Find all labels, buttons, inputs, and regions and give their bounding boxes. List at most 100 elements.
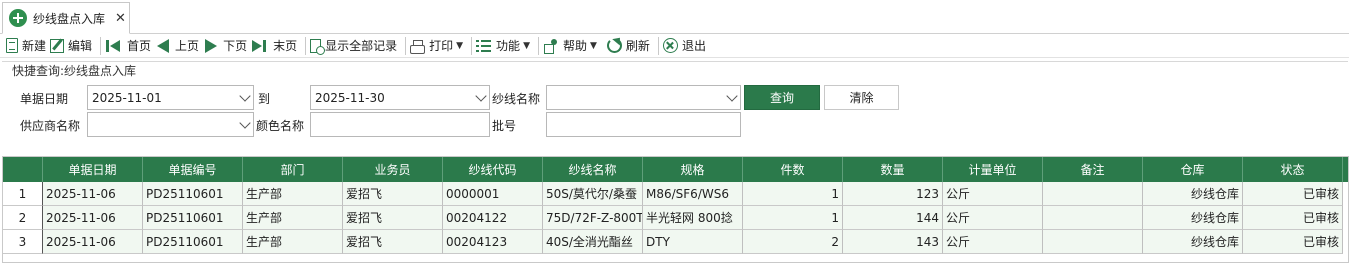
close-icon[interactable]: ✕	[115, 11, 126, 26]
last-page-button[interactable]: 末页	[251, 35, 301, 57]
last-page-label: 末页	[273, 39, 298, 53]
cell-warehouse[interactable]: 纱线仓库	[1143, 206, 1243, 230]
first-page-button[interactable]: 首页	[105, 35, 155, 57]
table-row[interactable]: 3 2025-11-06 PD25110601 生产部 爱招飞 00204123…	[3, 230, 1348, 254]
tab-yarn-inventory-inbound[interactable]: 纱线盘点入库 ✕	[2, 2, 130, 34]
to-label: 到	[258, 92, 271, 106]
toolbar-divider	[537, 36, 539, 55]
cell-pieces[interactable]: 2	[743, 230, 843, 254]
cell-staff[interactable]: 爱招飞	[343, 230, 443, 254]
cell-remark[interactable]	[1043, 182, 1143, 206]
column-header[interactable]: 状态	[1243, 157, 1343, 182]
edit-label: 编辑	[68, 39, 93, 53]
next-page-button[interactable]: 下页	[203, 35, 251, 57]
row-number[interactable]: 3	[3, 230, 43, 254]
column-header[interactable]: 规格	[643, 157, 743, 182]
column-header[interactable]: 业务员	[343, 157, 443, 182]
exit-label: 退出	[681, 39, 706, 53]
cell-yarn-code[interactable]: 00204122	[443, 206, 543, 230]
batch-label: 批号	[492, 119, 517, 133]
cell-status[interactable]: 已审核	[1243, 230, 1343, 254]
cell-yarn-code[interactable]: 0000001	[443, 182, 543, 206]
show-all-button[interactable]: 显示全部记录	[310, 35, 401, 57]
exit-button[interactable]: 退出	[662, 35, 710, 57]
cell-remark[interactable]	[1043, 230, 1143, 254]
table-row[interactable]: 1 2025-11-06 PD25110601 生产部 爱招飞 0000001 …	[3, 182, 1348, 206]
cell-qty[interactable]: 144	[843, 206, 943, 230]
column-header[interactable]: 纱线代码	[443, 157, 543, 182]
clear-button[interactable]: 清除	[824, 85, 899, 110]
column-header[interactable]: 单据编号	[143, 157, 243, 182]
edit-button[interactable]: 编辑	[50, 35, 96, 57]
date-to-picker[interactable]: 2025-11-30	[310, 85, 490, 110]
cell-date[interactable]: 2025-11-06	[43, 182, 143, 206]
cell-staff[interactable]: 爱招飞	[343, 206, 443, 230]
prev-page-button[interactable]: 上页	[155, 35, 203, 57]
cell-doc-no[interactable]: PD25110601	[143, 182, 243, 206]
supplier-select[interactable]	[87, 112, 254, 137]
cell-dept[interactable]: 生产部	[243, 182, 343, 206]
cell-doc-no[interactable]: PD25110601	[143, 230, 243, 254]
grid-body: 1 2025-11-06 PD25110601 生产部 爱招飞 0000001 …	[3, 182, 1348, 254]
batch-input[interactable]	[546, 112, 741, 137]
column-header[interactable]: 数量	[843, 157, 943, 182]
cell-unit[interactable]: 公斤	[943, 206, 1043, 230]
cell-status[interactable]: 已审核	[1243, 206, 1343, 230]
column-header[interactable]: 备注	[1043, 157, 1143, 182]
chevron-down-icon: ▼	[590, 40, 597, 51]
refresh-button[interactable]: 刷新	[606, 35, 654, 57]
column-header[interactable]: 纱线名称	[543, 157, 643, 182]
function-button[interactable]: 功能 ▼	[476, 35, 534, 57]
print-button[interactable]: 打印 ▼	[410, 35, 467, 57]
cell-spec[interactable]: DTY	[643, 230, 743, 254]
column-header[interactable]: 件数	[743, 157, 843, 182]
cell-date[interactable]: 2025-11-06	[43, 206, 143, 230]
cell-pieces[interactable]: 1	[743, 206, 843, 230]
table-row[interactable]: 2 2025-11-06 PD25110601 生产部 爱招飞 00204122…	[3, 206, 1348, 230]
cell-qty[interactable]: 143	[843, 230, 943, 254]
quick-search-title: 快捷查询:纱线盘点入库	[12, 62, 141, 79]
cell-staff[interactable]: 爱招飞	[343, 182, 443, 206]
column-header[interactable]: 仓库	[1143, 157, 1243, 182]
chevron-down-icon[interactable]	[239, 117, 251, 129]
cell-date[interactable]: 2025-11-06	[43, 230, 143, 254]
chevron-down-icon[interactable]	[239, 90, 251, 102]
cell-remark[interactable]	[1043, 206, 1143, 230]
new-icon	[6, 38, 18, 53]
cell-doc-no[interactable]: PD25110601	[143, 206, 243, 230]
column-header[interactable]: 计量单位	[943, 157, 1043, 182]
cell-pieces[interactable]: 1	[743, 182, 843, 206]
color-input[interactable]	[310, 112, 490, 137]
column-header[interactable]: 部门	[243, 157, 343, 182]
row-number[interactable]: 1	[3, 182, 43, 206]
cell-warehouse[interactable]: 纱线仓库	[1143, 182, 1243, 206]
cell-yarn-name[interactable]: 50S/莫代尔/桑蚕	[543, 182, 643, 206]
cell-spec[interactable]: 半光轻网 800捻	[643, 206, 743, 230]
data-grid: 单据日期 单据编号 部门 业务员 纱线代码 纱线名称 规格 件数 数量 计量单位…	[2, 156, 1349, 263]
date-to-value: 2025-11-30	[315, 90, 385, 105]
toolbar: 新建 编辑 首页 上页 下页 末页 显示全部记录 打印 ▼ 功能 ▼ 帮助 ▼ 刷新 …	[0, 34, 1349, 58]
date-from-picker[interactable]: 2025-11-01	[87, 85, 254, 110]
row-number[interactable]: 2	[3, 206, 43, 230]
exit-icon	[662, 38, 678, 53]
yarn-name-select[interactable]	[546, 85, 741, 110]
tab-bar: 纱线盘点入库 ✕	[0, 0, 1349, 34]
new-button[interactable]: 新建	[4, 35, 50, 57]
cell-qty[interactable]: 123	[843, 182, 943, 206]
cell-spec[interactable]: M86/SF6/WS6	[643, 182, 743, 206]
column-header[interactable]: 单据日期	[43, 157, 143, 182]
query-button[interactable]: 查询	[744, 85, 820, 110]
cell-unit[interactable]: 公斤	[943, 182, 1043, 206]
tab-title: 纱线盘点入库	[33, 11, 106, 26]
cell-yarn-name[interactable]: 75D/72F-Z-800T	[543, 206, 643, 230]
help-button[interactable]: 帮助 ▼	[543, 35, 601, 57]
cell-warehouse[interactable]: 纱线仓库	[1143, 230, 1243, 254]
cell-dept[interactable]: 生产部	[243, 230, 343, 254]
cell-yarn-name[interactable]: 40S/全消光酯丝	[543, 230, 643, 254]
chevron-down-icon[interactable]	[475, 90, 487, 102]
cell-unit[interactable]: 公斤	[943, 230, 1043, 254]
chevron-down-icon[interactable]	[726, 90, 738, 102]
cell-yarn-code[interactable]: 00204123	[443, 230, 543, 254]
cell-dept[interactable]: 生产部	[243, 206, 343, 230]
cell-status[interactable]: 已审核	[1243, 182, 1343, 206]
